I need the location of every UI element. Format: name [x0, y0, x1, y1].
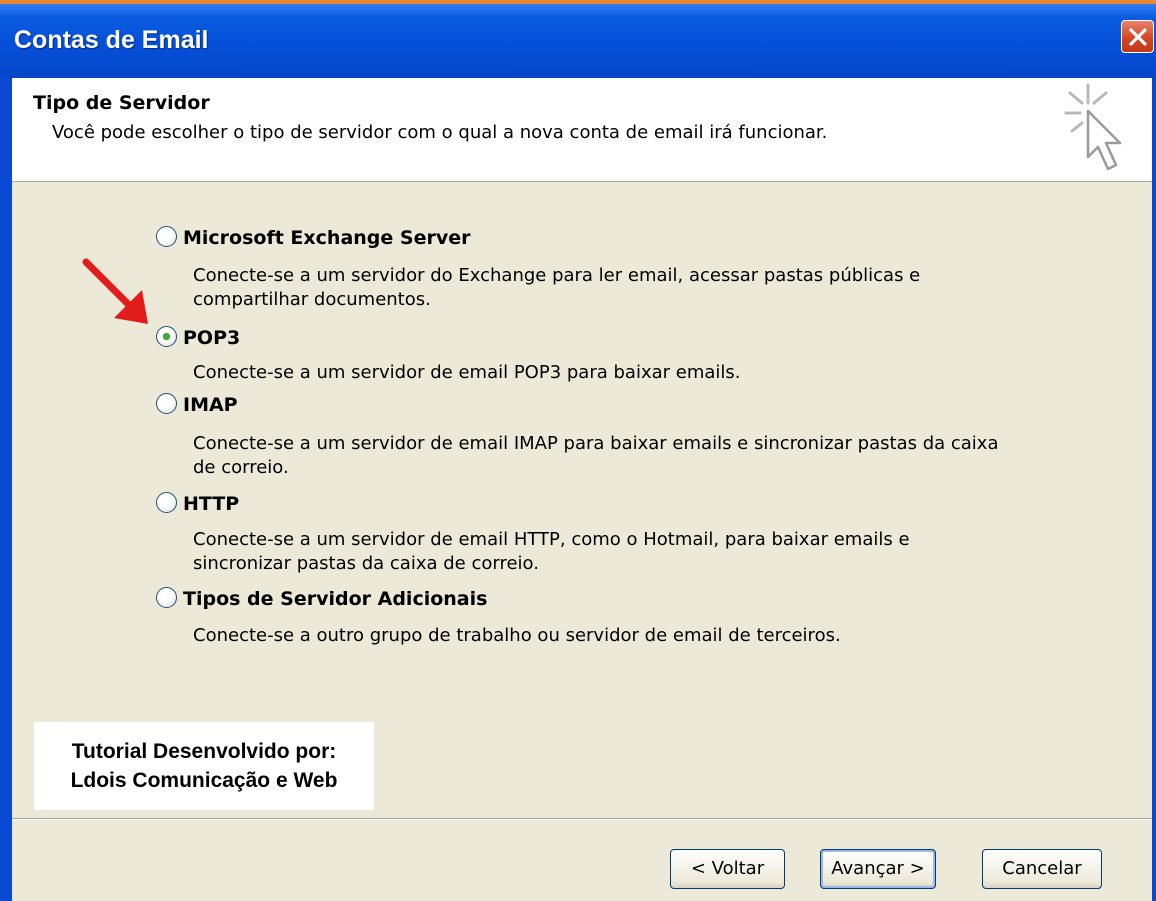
close-icon [1129, 28, 1147, 46]
option-exchange-label[interactable]: Microsoft Exchange Server [183, 227, 471, 249]
option-http-label[interactable]: HTTP [183, 493, 239, 515]
window-right-border [1152, 78, 1156, 901]
close-button[interactable] [1121, 20, 1154, 53]
option-pop3-description: Conecte-se a um servidor de email POP3 p… [193, 362, 741, 383]
option-exchange-description: Conecte-se a um servidor do Exchange par… [193, 265, 921, 310]
next-button[interactable]: Avançar > [820, 849, 936, 889]
option-additional-description: Conecte-se a outro grupo de trabalho ou … [193, 625, 841, 646]
option-imap-label[interactable]: IMAP [183, 394, 238, 416]
window-title: Contas de Email [14, 26, 209, 54]
dialog-client-area: Tipo de Servidor Você pode escolher o ti… [12, 78, 1156, 901]
credit-line-1: Tutorial Desenvolvido por: [71, 740, 337, 763]
dialog-window: Contas de Email Tipo de Servidor Você po… [0, 4, 1156, 901]
option-imap-description: Conecte-se a um servidor de email IMAP p… [193, 433, 999, 478]
page-title: Tipo de Servidor [33, 92, 210, 114]
wizard-header: Tipo de Servidor Você pode escolher o ti… [12, 78, 1156, 182]
radio-exchange[interactable] [156, 226, 177, 247]
radio-additional[interactable] [156, 587, 177, 608]
option-additional-label[interactable]: Tipos de Servidor Adicionais [183, 588, 487, 610]
tutorial-credit-box: Tutorial Desenvolvido por: Ldois Comunic… [34, 722, 374, 810]
option-http-description: Conecte-se a um servidor de email HTTP, … [193, 529, 910, 574]
back-button[interactable]: < Voltar [670, 849, 785, 889]
cursor-sparkle-icon [1064, 83, 1122, 171]
red-arrow-icon [82, 258, 148, 324]
title-bar[interactable]: Contas de Email [0, 4, 1156, 78]
credit-line-2: Ldois Comunicação e Web [70, 769, 338, 792]
radio-imap[interactable] [156, 393, 177, 414]
option-pop3-label[interactable]: POP3 [183, 327, 240, 349]
footer-divider-highlight [12, 819, 1156, 820]
page-subtitle: Você pode escolher o tipo de servidor co… [52, 122, 828, 143]
radio-selected-dot [163, 333, 170, 340]
cancel-button[interactable]: Cancelar [982, 849, 1102, 889]
radio-http[interactable] [156, 492, 177, 513]
